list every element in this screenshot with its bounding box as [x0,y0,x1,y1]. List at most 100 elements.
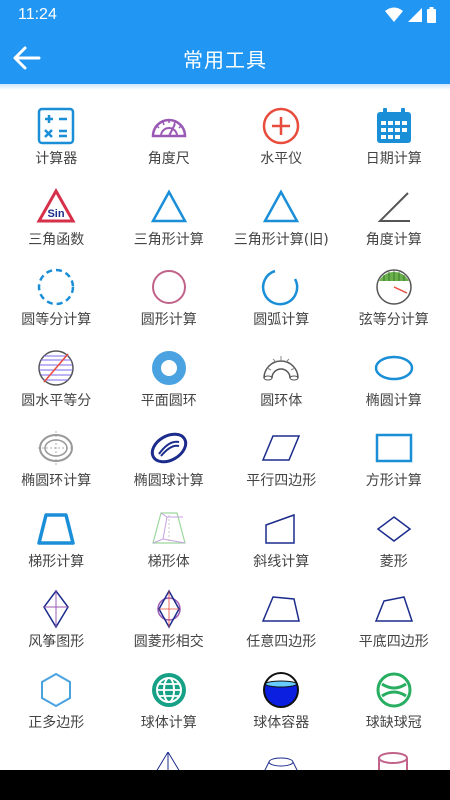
tool-label: 球体容器 [253,714,310,731]
tool-triangle[interactable]: 三角形计算 [113,177,226,258]
tool-label: 梯形体 [147,553,190,570]
tool-label: 平面圆环 [140,392,197,409]
app-bar-shadow [0,84,450,90]
quadrilateral-icon [261,596,300,622]
tool-label: 三角函数 [28,231,85,248]
tool-trapezoid[interactable]: 梯形计算 [0,499,113,580]
tool-level[interactable]: 水平仪 [225,96,338,177]
tool-ellipse[interactable]: 椭圆计算 [338,338,450,419]
frustum-icon [151,511,186,544]
tool-ellipsoid[interactable]: 椭圆球计算 [113,418,226,499]
signal-icon [408,8,422,22]
tool-label: 圆水平等分 [21,392,92,409]
tool-ring[interactable]: 平面圆环 [113,338,226,419]
tool-sphere[interactable]: 球体计算 [113,660,226,741]
tool-label: 圆等分计算 [21,312,92,328]
tool-quadrilateral[interactable]: 任意四边形 [225,579,338,660]
dashed-circle-icon [37,268,75,306]
sin-triangle-icon: Sin [36,187,76,222]
chord-icon [375,269,412,305]
calculator-icon [37,107,75,145]
tool-label: 三角形计算(旧) [233,231,329,248]
tool-calculator[interactable]: 计算器 [0,96,113,177]
tool-label: 椭圆环计算 [21,473,92,489]
tool-polygon[interactable]: 正多边形 [0,660,113,741]
globe-icon [151,672,186,707]
ellipsoid-icon [150,432,187,464]
tool-label: 三角形计算 [133,231,204,248]
tool-label: 圆菱形相交 [133,634,204,650]
tool-arc[interactable]: 圆弧计算 [225,257,338,338]
tool-triangle-old[interactable]: 三角形计算(旧) [225,177,338,258]
pyramid-cut-icon [156,752,180,770]
torus-icon [263,355,299,380]
page-title: 常用工具 [183,48,267,72]
wifi-icon [385,7,403,22]
tool-label: 椭圆球计算 [133,473,204,489]
cone-cut-icon [36,762,76,770]
tools-grid: 计算器 角度尺 水平仪 日期计算 Sin 三角函数 三角形计算 三角形计算(旧)… [0,96,450,740]
tool-torus[interactable]: 圆环体 [225,338,338,419]
tool-label: 平行四边形 [246,473,317,489]
tool-label: 日期计算 [365,151,422,167]
tool-circle-horizontal[interactable]: 圆水平等分 [0,338,113,419]
arc-icon [261,269,299,306]
frustum-cut-icon [264,757,298,770]
calendar-icon [376,108,411,143]
status-time: 11:24 [18,6,57,23]
tool-parallelogram[interactable]: 平行四边形 [225,418,338,499]
svg-text:Sin: Sin [47,208,64,220]
tool-flat-quadrilateral[interactable]: 平底四边形 [338,579,450,660]
tool-sphere-cap[interactable]: 球缺球冠 [338,660,450,741]
kite-icon [43,589,69,629]
triangle-old-icon [262,188,300,222]
tool-date[interactable]: 日期计算 [338,96,450,177]
tool-chord[interactable]: 弦等分计算 [338,257,450,338]
slant-icon [265,513,295,544]
ellipse-ring-icon [38,431,74,465]
rhombus-icon [376,515,411,542]
tool-trig[interactable]: Sin 三角函数 [0,177,113,258]
tool-frustum[interactable]: 梯形体 [113,499,226,580]
tool-label: 角度尺 [147,151,190,167]
tool-label: 圆形计算 [140,312,197,328]
tool-kite[interactable]: 风筝图形 [0,579,113,660]
tool-rectangle[interactable]: 方形计算 [338,418,450,499]
app-bar: 常用工具 [0,32,450,84]
system-nav-bar [0,770,450,800]
tool-label: 椭圆计算 [365,392,422,409]
status-icons [385,7,436,23]
tool-sphere-container[interactable]: 球体容器 [225,660,338,741]
tool-label: 菱形 [379,553,408,570]
rectangle-icon [375,433,412,463]
tool-circle-divide[interactable]: 圆等分计算 [0,257,113,338]
next-row-partial [0,740,450,770]
tool-circle-rhombus[interactable]: 圆菱形相交 [113,579,226,660]
trapezoid-icon [37,512,75,545]
tool-label: 角度计算 [365,231,422,248]
tool-ellipse-ring[interactable]: 椭圆环计算 [0,418,113,499]
tool-rhombus[interactable]: 菱形 [338,499,450,580]
sphere-container-icon [263,671,299,708]
circle-horizontal-icon [38,349,74,386]
tools-row: Sin 三角函数 三角形计算 三角形计算(旧) 角度计算 [0,177,450,258]
tool-circle[interactable]: 圆形计算 [113,257,226,338]
circle-icon [151,270,186,304]
tool-label: 方形计算 [365,473,422,489]
tool-label: 圆环体 [260,392,303,409]
tool-label: 梯形计算 [28,553,85,570]
tool-protractor[interactable]: 角度尺 [113,96,226,177]
tools-row: 圆水平等分 平面圆环 圆环体 椭圆计算 [0,338,450,419]
tool-label: 正多边形 [28,714,85,731]
tool-slant[interactable]: 斜线计算 [225,499,338,580]
circle-rhombus-icon [156,589,181,629]
protractor-icon [151,118,186,138]
ellipse-icon [374,355,413,380]
angle-icon [377,191,410,222]
tool-label: 计算器 [35,151,78,167]
hexagon-icon [41,672,71,707]
cylinder-cut-icon [378,752,408,770]
sphere-cap-icon [376,672,411,707]
flat-quadrilateral-icon [374,596,413,622]
tool-angle[interactable]: 角度计算 [338,177,450,258]
